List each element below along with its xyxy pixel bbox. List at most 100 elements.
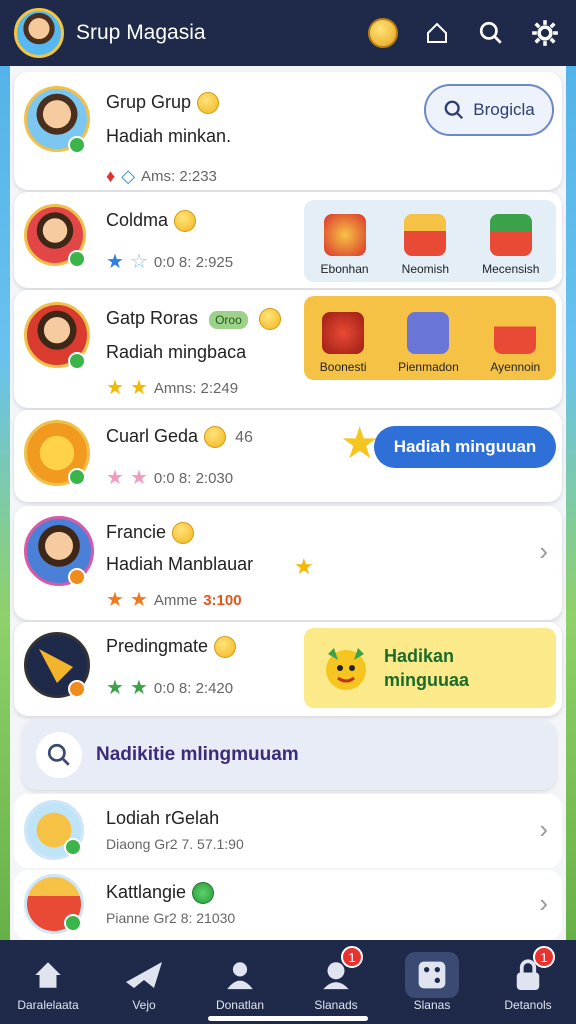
open-button[interactable]: Brogicla	[424, 84, 554, 136]
mascot-icon	[326, 648, 366, 690]
star-icon: ★	[129, 677, 148, 699]
chat-list: Grup Grup Hadiah minkan. ♦ ◇ Ams: 2:233 …	[10, 66, 566, 940]
dice-icon	[407, 312, 450, 354]
gift-panel: Boonesti Pienmadon Ayennoin	[304, 296, 556, 380]
online-badge	[68, 468, 86, 486]
person-icon	[213, 952, 267, 998]
item-subtitle: Hadiah Manblauar	[106, 554, 254, 574]
nav-travel[interactable]: Vejo	[99, 952, 189, 1012]
star-icon: ★	[129, 377, 148, 399]
item-name: Gatp Roras	[106, 308, 199, 328]
promo-banner[interactable]: Hadikan minguuaa	[304, 628, 556, 708]
online-badge	[68, 352, 86, 370]
list-item[interactable]: Gatp Roras Oroo Radiah mingbaca ★ ★ Amns…	[14, 290, 562, 408]
list-item[interactable]: Kattlangie Pianne Gr2 8: 21030 ›	[14, 870, 562, 940]
item-meta: Amme	[153, 591, 198, 609]
star-icon: ★	[129, 467, 148, 489]
gift-icon	[494, 312, 537, 354]
notification-badge: 1	[341, 946, 363, 968]
status-badge: Oroo	[209, 311, 248, 329]
gift-item[interactable]: Pienmadon	[398, 312, 459, 374]
gift-icon	[489, 214, 532, 256]
item-meta-value: 3:100	[203, 591, 242, 609]
chevron-right-icon[interactable]: ›	[539, 814, 548, 845]
avatar[interactable]	[14, 8, 64, 58]
item-meta: 0:0 8: 2:030	[153, 469, 234, 487]
nav-home[interactable]: Daralelaata	[3, 952, 93, 1012]
star-icon: ★	[106, 251, 124, 273]
dice-icon	[405, 952, 459, 998]
item-meta: 0:0 8: 2:420	[153, 679, 234, 697]
star-icon: ★	[106, 677, 124, 699]
nav-donation[interactable]: Donatlan	[195, 952, 285, 1012]
chevron-right-icon[interactable]: ›	[539, 536, 548, 567]
home-indicator	[208, 1016, 368, 1021]
bottom-nav: Daralelaata Vejo Donatlan 1 Slanads Slan…	[0, 940, 576, 1024]
search-icon	[36, 732, 82, 778]
gift-item[interactable]: Neomish	[402, 214, 449, 276]
list-item[interactable]: Predingmate ★ ★ 0:0 8: 2:420 Hadikan min…	[14, 622, 562, 716]
star-icon: ★	[106, 467, 124, 489]
online-badge	[64, 838, 82, 856]
coin-stack-icon	[323, 214, 366, 256]
count-label: 46	[235, 429, 253, 446]
item-name: Predingmate	[106, 636, 209, 656]
online-badge	[64, 914, 82, 932]
chevron-right-icon[interactable]: ›	[539, 888, 548, 919]
coin-icon[interactable]	[366, 16, 400, 50]
item-subtitle: Hadiah minkan.	[106, 126, 232, 146]
item-name: Coldma	[106, 210, 169, 230]
star-icon: ★	[106, 589, 124, 611]
star-icon: ★	[129, 589, 148, 611]
nav-games[interactable]: Slanas	[387, 952, 477, 1012]
heart-icon: ♦	[106, 166, 116, 186]
gift-item[interactable]: Ayennoin	[490, 312, 540, 374]
smile-emoji-icon	[214, 636, 237, 659]
nav-details[interactable]: 1 Detanols	[483, 946, 573, 1012]
gift-icon	[404, 214, 447, 256]
list-item[interactable]: Cuarl Geda 46 ★ ★ 0:0 8: 2:030 ★ Hadiah …	[14, 410, 562, 502]
item-meta: Ams: 2:233	[141, 168, 217, 185]
item-meta: Amns: 2:249	[153, 379, 239, 397]
gift-panel: Ebonhan Neomish Mecensish	[304, 200, 556, 282]
open-button-label: Brogicla	[473, 100, 535, 119]
item-meta: Pianne Gr2 8: 21030	[106, 910, 236, 926]
gift-item[interactable]: Ebonhan	[321, 214, 369, 276]
star-icon: ☆	[129, 251, 148, 273]
item-name: Lodiah rGelah	[106, 808, 220, 828]
search-bar[interactable]: Nadikitie mlingmuuam	[22, 720, 556, 790]
star-icon: ★	[294, 554, 314, 579]
item-name: Francie	[106, 522, 167, 542]
list-item[interactable]: Coldma ★ ☆ 0:0 8: 2:925 Ebonhan Neomish …	[14, 192, 562, 288]
gift-item[interactable]: Boonesti	[320, 312, 366, 374]
top-bar: Srup Magasia	[0, 0, 576, 66]
online-badge	[68, 250, 86, 268]
item-subtitle: Radiah mingbaca	[106, 342, 247, 362]
notification-badge: 1	[533, 946, 555, 968]
status-dot-icon	[192, 882, 215, 905]
app-title: Srup Magasia	[76, 21, 206, 44]
gift-item[interactable]: Mecensish	[482, 214, 539, 276]
gear-icon[interactable]	[528, 16, 562, 50]
item-name: Cuarl Geda	[106, 426, 199, 446]
reward-button[interactable]: Hadiah minguuan	[374, 426, 556, 468]
smile-emoji-icon	[174, 210, 197, 233]
item-meta: Diaong Gr2 7. 57.1:90	[106, 836, 244, 852]
promo-label: Hadikan minguuaa	[384, 646, 470, 690]
list-item[interactable]: Grup Grup Hadiah minkan. ♦ ◇ Ams: 2:233 …	[14, 72, 562, 190]
item-name: Grup Grup	[106, 92, 192, 112]
plane-icon	[117, 952, 171, 998]
home-icon[interactable]	[420, 16, 454, 50]
item-meta: 0:0 8: 2:925	[153, 253, 234, 271]
smile-emoji-icon	[204, 426, 227, 449]
search-label: Nadikitie mlingmuuam	[96, 744, 299, 765]
nav-group[interactable]: 1 Slanads	[291, 946, 381, 1012]
online-badge	[68, 680, 86, 698]
chat-icon: ◇	[121, 166, 136, 186]
item-name: Kattlangie	[106, 882, 187, 902]
list-item[interactable]: Lodiah rGelah Diaong Gr2 7. 57.1:90 ›	[14, 794, 562, 868]
star-icon: ★	[106, 377, 124, 399]
home-icon	[21, 952, 75, 998]
list-item[interactable]: Francie Hadiah Manblauar ★ ★ ★ Amme 3:10…	[14, 506, 562, 620]
search-icon[interactable]	[474, 16, 508, 50]
